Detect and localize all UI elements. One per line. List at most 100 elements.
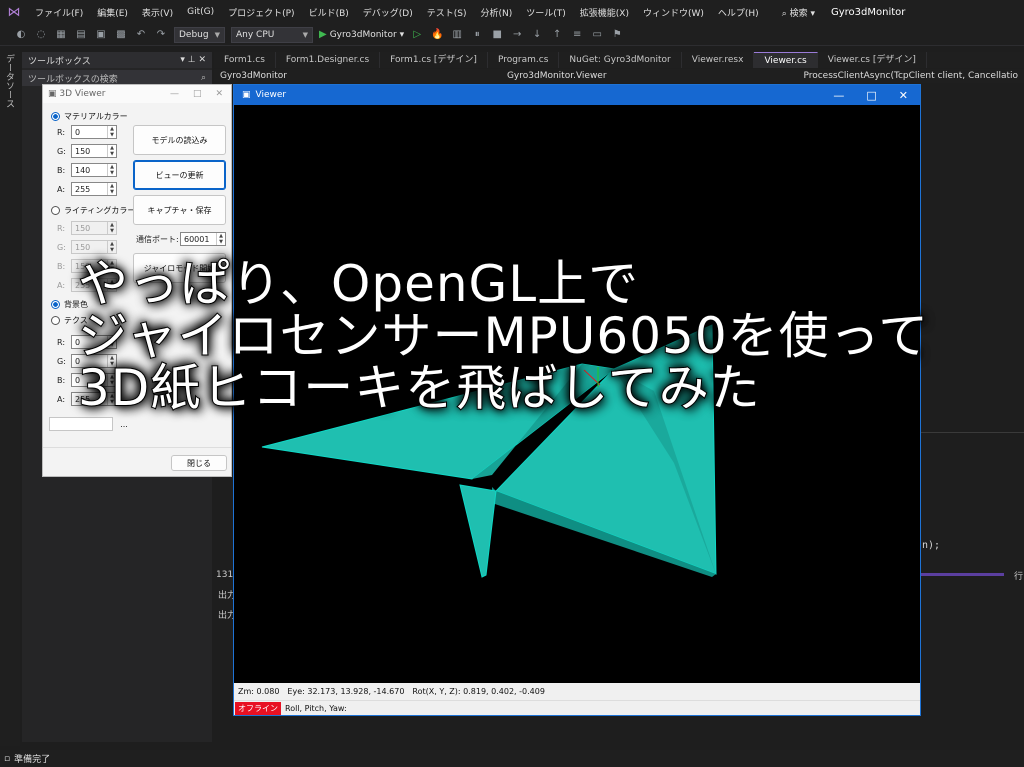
search-icon: ⌕ [200,73,206,83]
toolbox-search-input[interactable]: ツールボックスの検索 [28,72,118,85]
hot-reload-icon[interactable]: 🔥 [430,29,444,40]
menu-tools[interactable]: ツール(T) [519,6,573,19]
refresh-view-button[interactable]: ビューの更新 [133,160,226,190]
lighting-g-field[interactable]: G: 150 ▲ ▼ [57,240,117,254]
tab-form1-designer[interactable]: Form1.Designer.cs [276,52,381,68]
class-dropdown[interactable]: Gyro3dMonitor.Viewer [501,71,797,81]
configuration-select[interactable]: Debug ▼ [174,26,225,43]
code-fragment: n); [922,540,941,551]
lighting-color-radio[interactable]: ライティングカラー [51,205,135,216]
menu-debug[interactable]: デバッグ(D) [356,6,420,19]
tab-form1-design[interactable]: Form1.cs [デザイン] [380,52,488,68]
pause-icon[interactable]: ⏸ [470,29,484,40]
menu-project[interactable]: プロジェクト(P) [221,6,301,19]
menu-help[interactable]: ヘルプ(H) [711,6,766,19]
menu-edit[interactable]: 編集(E) [90,6,135,19]
start-without-debug-icon[interactable]: ▷ [410,29,424,40]
tab-viewer-resx[interactable]: Viewer.resx [682,52,755,68]
title-caption-overlay: やっぱり、OpenGL上で ジャイロセンサーMPU6050を使って 3D紙ヒコー… [77,255,1018,415]
open-folder-icon[interactable]: ▤ [74,29,88,40]
undo-icon[interactable]: ↶ [134,29,148,40]
data-sources-tab[interactable]: データソース [3,54,16,108]
pin-icon[interactable]: ▾ ⊥ ✕ [180,55,206,65]
toolbox-icon[interactable]: ▥ [450,29,464,40]
navigation-bar: Gyro3dMonitor Gyro3dMonitor.Viewer Proce… [214,69,1024,83]
platform-select[interactable]: Any CPU ▼ [231,26,313,43]
status-bar: ▫ 準備完了 [0,750,1024,767]
stop-icon[interactable]: ■ [490,29,504,40]
step-out-icon[interactable]: ↑ [550,29,564,40]
load-model-button[interactable]: モデルの読込み [133,125,226,155]
close-icon[interactable]: ✕ [899,89,908,102]
toolbox-header: ツールボックス ▾ ⊥ ✕ [22,52,212,68]
start-debug-button[interactable]: ▶ Gyro3dMonitor ▾ [319,29,404,40]
menu-git[interactable]: Git(G) [180,7,221,17]
menu-analyze[interactable]: 分析(N) [473,6,519,19]
material-color-radio[interactable]: マテリアルカラー [51,111,128,122]
menu-test[interactable]: テスト(S) [420,6,474,19]
minimize-icon[interactable]: — [170,89,179,99]
browse-button[interactable]: ... [117,417,131,431]
caption-line-1: やっぱり、OpenGL上で [77,255,640,313]
status-icon: ▫ [4,753,11,764]
material-a-field[interactable]: A: 255 ▲ ▼ [57,182,117,196]
caption-line-2: ジャイロセンサーMPU6050を使って [77,307,930,365]
member-dropdown[interactable]: ProcessClientAsync(TcpClient client, Can… [797,71,1024,81]
toolbox-title: ツールボックス [28,56,91,67]
tab-viewer-design[interactable]: Viewer.cs [デザイン] [818,52,927,68]
project-dropdown[interactable]: Gyro3dMonitor [214,71,501,81]
radio-dot [51,112,60,121]
connection-status-bar: オフライン Roll, Pitch, Yaw: [234,700,920,715]
status-text: 準備完了 [14,755,51,765]
tab-program-cs[interactable]: Program.cs [488,52,560,68]
forward-icon[interactable]: ◌ [34,29,48,40]
side-rail: データソース [0,46,20,746]
menu-view[interactable]: 表示(V) [135,6,180,19]
tab-viewer-cs[interactable]: Viewer.cs [754,52,818,68]
step-into-icon[interactable]: ↓ [530,29,544,40]
step-icon[interactable]: → [510,29,524,40]
dialog-app-icon: ▣ [48,89,60,99]
rotation-readout: Rot(X, Y, Z): 0.819, 0.402, -0.409 [412,687,545,696]
lighting-r-field[interactable]: R: 150 ▲ ▼ [57,221,117,235]
play-icon: ▶ [319,29,327,40]
close-icon[interactable]: ✕ [215,89,223,99]
maximize-icon[interactable]: □ [866,89,876,102]
back-icon[interactable]: ◐ [14,29,28,40]
redo-icon[interactable]: ↷ [154,29,168,40]
menu-build[interactable]: ビルド(B) [302,6,356,19]
tab-form1-cs[interactable]: Form1.cs [214,52,276,68]
radio-dot [51,206,60,215]
viewer-titlebar: ▣ Viewer — □ ✕ [234,85,920,105]
save-all-icon[interactable]: ▩ [114,29,128,40]
close-button[interactable]: 閉じる [171,455,227,471]
camera-info-bar: Zm: 0.080 Eye: 32.173, 13.928, -14.670 R… [234,683,920,700]
zoom-level[interactable]: 131 [214,570,233,580]
viewer-app-icon: ▣ [242,90,251,100]
save-icon[interactable]: ▣ [94,29,108,40]
dialog-title: 3D Viewer [59,89,106,99]
menu-bar: ⋈ ファイル(F) 編集(E) 表示(V) Git(G) プロジェクト(P) ビ… [0,0,1024,24]
material-g-field[interactable]: G: 150 ▲ ▼ [57,144,117,158]
format-icon[interactable]: ≡ [570,29,584,40]
menu-file[interactable]: ファイル(F) [28,6,90,19]
capture-save-button[interactable]: キャプチャ・保存 [133,195,226,225]
zoom-readout: Zm: 0.080 [238,687,280,696]
maximize-icon[interactable]: □ [193,89,202,99]
editor-divider [920,432,1024,433]
port-field[interactable]: 通信ポート: 60001 ▲ ▼ [136,232,226,246]
tab-nuget[interactable]: NuGet: Gyro3dMonitor [559,52,682,68]
new-project-icon[interactable]: ▦ [54,29,68,40]
material-r-field[interactable]: R: 0 ▲ ▼ [57,125,117,139]
bookmark-icon[interactable]: ⚑ [610,29,624,40]
texture-path-input[interactable] [49,417,113,431]
dialog-divider [43,447,231,448]
menu-window[interactable]: ウィンドウ(W) [636,6,711,19]
comment-icon[interactable]: ▭ [590,29,604,40]
radio-dot [51,316,60,325]
menu-extensions[interactable]: 拡張機能(X) [573,6,636,19]
visual-studio-logo-icon[interactable]: ⋈ [0,5,28,20]
minimize-icon[interactable]: — [833,89,844,102]
material-b-field[interactable]: B: 140 ▲ ▼ [57,163,117,177]
search-box[interactable]: ⌕ 検索 ▾ [774,6,823,19]
